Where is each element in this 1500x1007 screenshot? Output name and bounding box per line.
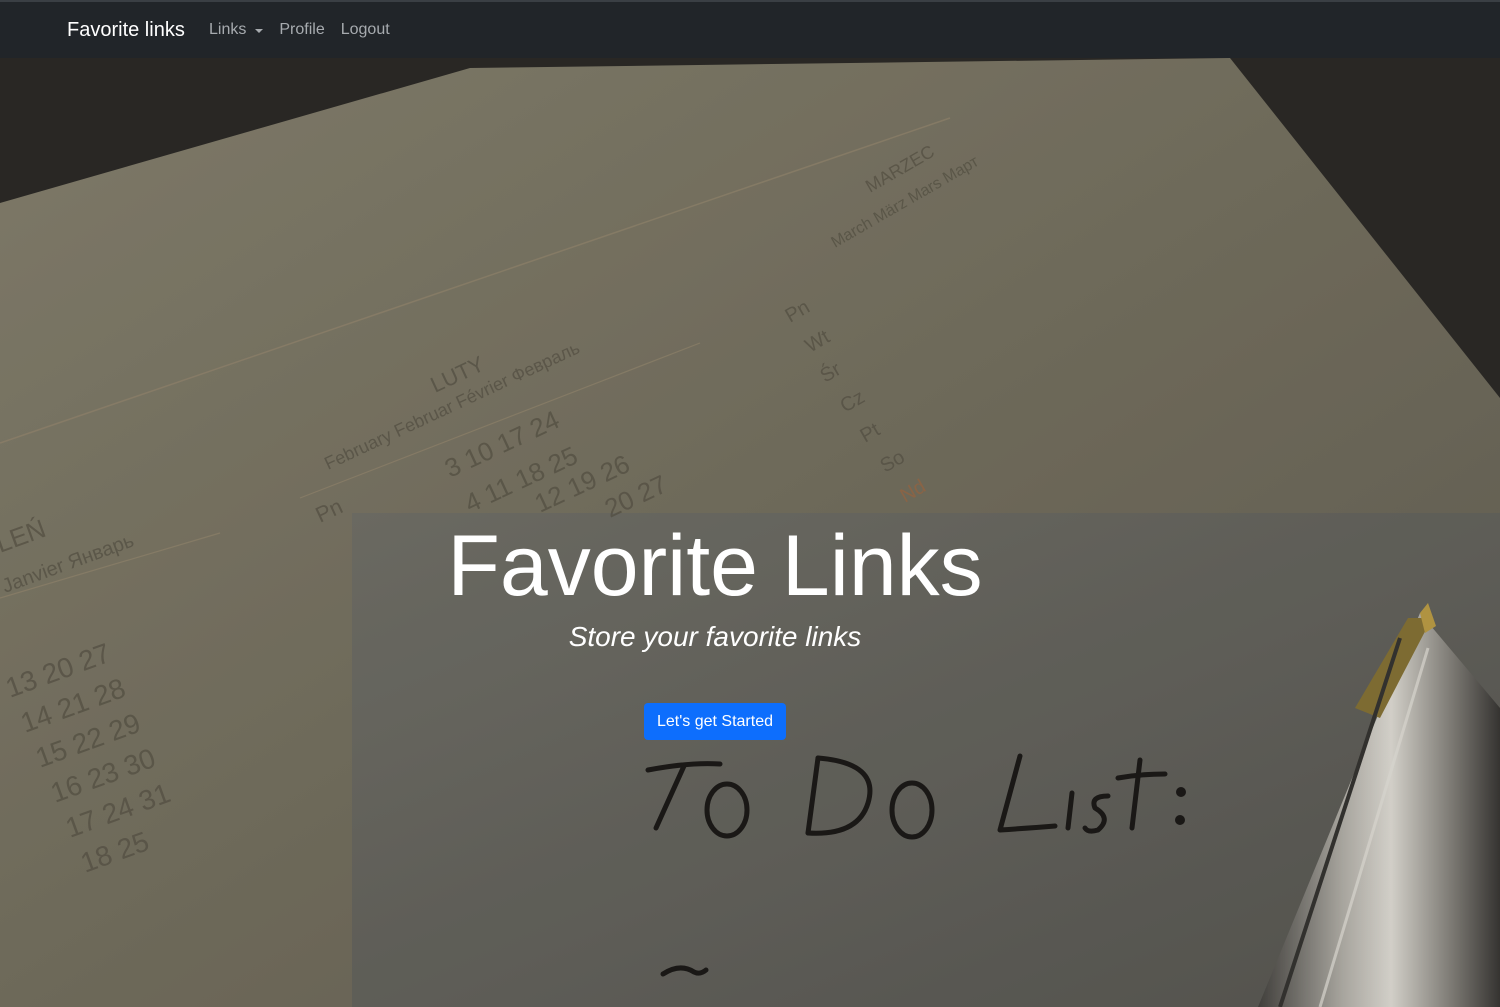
get-started-button[interactable]: Let's get Started: [644, 703, 786, 740]
nav-links-dropdown[interactable]: Links: [209, 20, 264, 40]
nav-links-label: Links: [209, 21, 247, 38]
caret-down-icon: [255, 29, 264, 33]
hero-section: LEŃ Janvier Январь 13 20 27 14 21 28 15 …: [0, 58, 1500, 1007]
hero-title: Favorite Links: [447, 518, 983, 614]
top-navbar: Favorite links Links Profile Logout: [0, 0, 1500, 58]
navbar-brand[interactable]: Favorite links: [67, 18, 185, 42]
hero-subtitle: Store your favorite links: [568, 621, 862, 652]
nav-logout[interactable]: Logout: [341, 20, 390, 40]
nav-links: Links Profile Logout: [209, 20, 390, 40]
nav-profile[interactable]: Profile: [279, 20, 324, 40]
